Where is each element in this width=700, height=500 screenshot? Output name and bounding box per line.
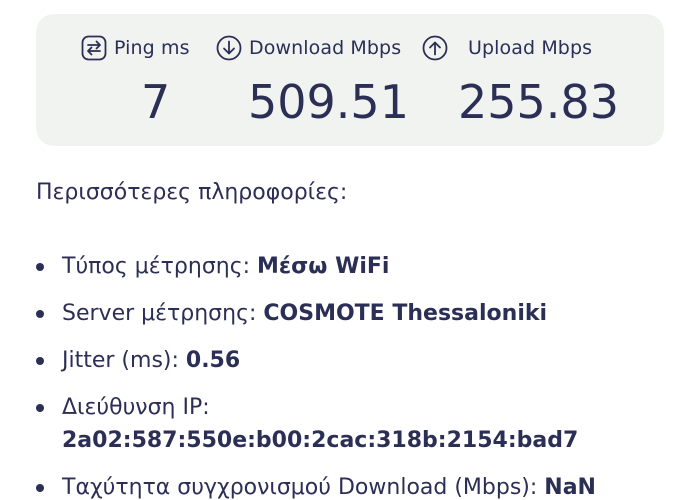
download-label: Download Mbps [249,37,402,59]
download-arrow-icon [216,35,242,61]
download-metric: Download Mbps 509.51 [216,14,436,146]
ping-label-row: Ping ms [81,34,190,62]
bullet-icon [36,404,44,412]
upload-label: Upload Mbps [468,37,593,59]
bullet-icon [36,310,44,318]
list-item-download-sync-speed: Ταχύτητα συγχρονισμού Download (Mbps): N… [36,471,676,500]
info-label: Server μέτρησης: [62,301,264,326]
swap-arrows-icon [81,35,107,61]
ping-value: 7 [141,75,171,129]
info-value: Μέσω WiFi [257,254,390,279]
info-value: 2a02:587:550e:b00:2cac:318b:2154:bad7 [62,428,579,453]
ping-label: Ping ms [114,37,190,59]
bullet-icon [36,263,44,271]
more-info-list: Τύπος μέτρησης: Μέσω WiFi Server μέτρηση… [36,250,676,500]
info-value: NaN [544,475,596,500]
info-value: 0.56 [185,348,241,373]
upload-metric: Upload Mbps 255.83 [422,14,642,146]
upload-label-row: Upload Mbps [422,34,592,62]
bullet-icon [36,484,44,492]
more-info-title: Περισσότερες πληροφορίες: [36,180,348,205]
download-label-row: Download Mbps [216,34,401,62]
upload-arrow-icon [422,35,448,61]
info-value: COSMOTE Thessaloniki [263,301,548,326]
download-value: 509.51 [248,75,409,129]
list-item-jitter: Jitter (ms): 0.56 [36,344,676,377]
speed-test-results-page: Ping ms 7 Download Mbps 509.51 Upload Mb… [0,0,700,500]
list-item-measurement-server: Server μέτρησης: COSMOTE Thessaloniki [36,297,676,330]
info-label: Διεύθυνση IP: [62,395,210,420]
info-label: Ταχύτητα συγχρονισμού Download (Mbps): [62,475,545,500]
info-label: Jitter (ms): [62,348,186,373]
upload-value: 255.83 [458,75,619,129]
list-item-ip-address: Διεύθυνση IP: 2a02:587:550e:b00:2cac:318… [36,391,676,457]
info-label: Τύπος μέτρησης: [62,254,258,279]
bullet-icon [36,357,44,365]
speed-results-card: Ping ms 7 Download Mbps 509.51 Upload Mb… [36,14,664,146]
list-item-measurement-type: Τύπος μέτρησης: Μέσω WiFi [36,250,676,283]
